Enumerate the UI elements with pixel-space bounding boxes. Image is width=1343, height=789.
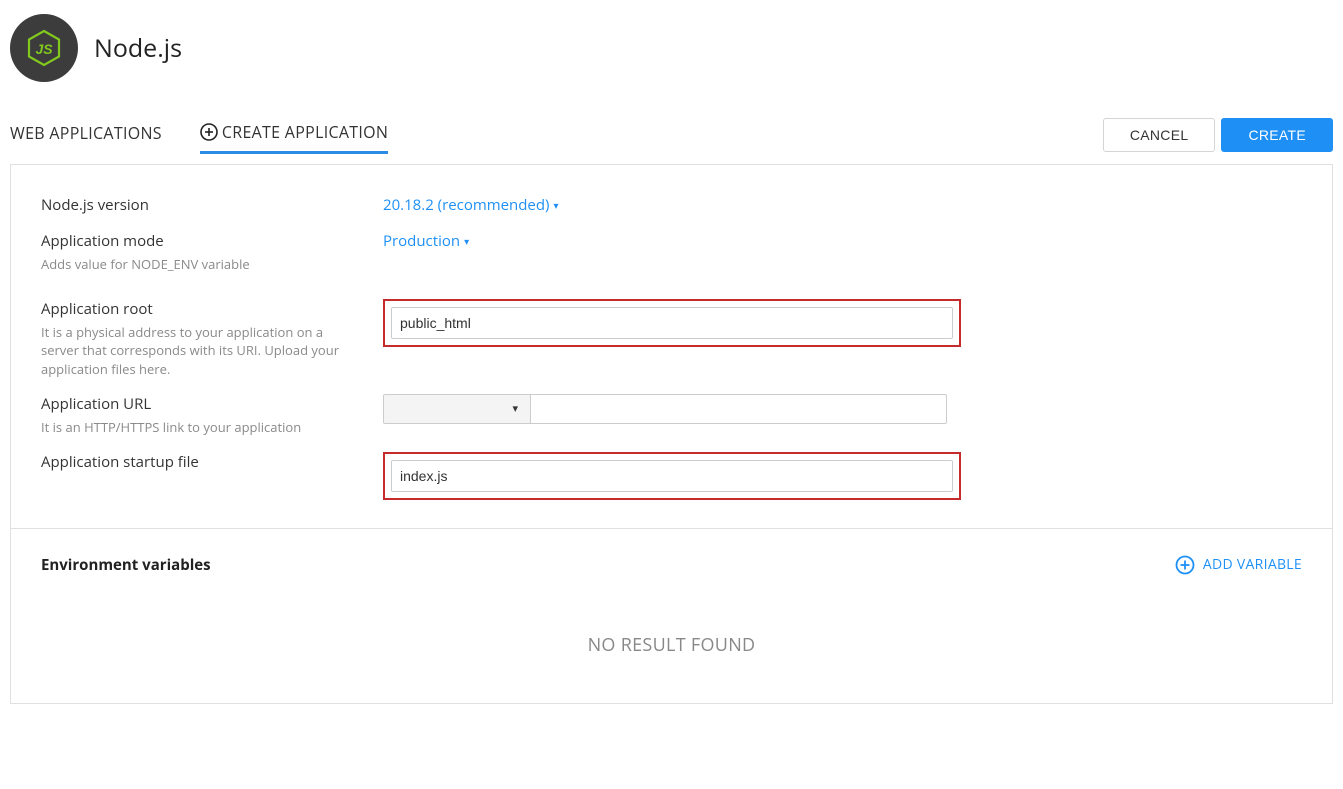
hint-app-root: It is a physical address to your applica… [41,323,341,378]
dropdown-url-domain[interactable]: ▾ [383,394,531,424]
input-app-root[interactable] [391,307,953,339]
label-app-mode: Application mode [41,231,383,251]
svg-text:JS: JS [35,41,53,57]
add-variable-label: ADD VARIABLE [1203,555,1302,574]
page-title: Node.js [94,31,182,65]
caret-down-icon: ▾ [512,401,518,416]
cancel-button[interactable]: CANCEL [1103,118,1216,152]
label-app-root: Application root [41,299,383,319]
row-app-url: Application URL It is an HTTP/HTTPS link… [41,394,1302,436]
page-header: JS Node.js [0,0,1343,96]
add-variable-button[interactable]: ADD VARIABLE [1175,555,1302,575]
row-node-version: Node.js version 20.18.2 (recommended) ▾ [41,195,1302,219]
plus-circle-icon [1175,555,1195,575]
caret-down-icon: ▾ [553,198,558,212]
tab-create-application[interactable]: CREATE APPLICATION [200,121,388,154]
action-buttons: CANCEL CREATE [1103,118,1333,152]
label-startup-file: Application startup file [41,452,383,472]
hint-app-url: It is an HTTP/HTTPS link to your applica… [41,418,341,436]
dropdown-node-version[interactable]: 20.18.2 (recommended) ▾ [383,195,558,215]
tabs-row: WEB APPLICATIONS CREATE APPLICATION CANC… [0,118,1343,156]
row-app-root: Application root It is a physical addres… [41,299,1302,378]
form-panel: Node.js version 20.18.2 (recommended) ▾ … [10,164,1333,704]
url-input-group: ▾ [383,394,947,424]
dropdown-value: 20.18.2 (recommended) [383,195,549,215]
input-startup-file[interactable] [391,460,953,492]
highlight-app-root [383,299,961,347]
hint-app-mode: Adds value for NODE_ENV variable [41,255,341,273]
input-app-url-path[interactable] [531,394,947,424]
dropdown-app-mode[interactable]: Production ▾ [383,231,469,251]
highlight-startup-file [383,452,961,500]
plus-circle-icon [200,123,218,141]
env-vars-section: Environment variables ADD VARIABLE NO RE… [11,528,1332,703]
env-vars-header: Environment variables ADD VARIABLE [41,555,1302,575]
tab-label: CREATE APPLICATION [222,121,388,143]
label-app-url: Application URL [41,394,383,414]
row-app-mode: Application mode Adds value for NODE_ENV… [41,231,1302,273]
tab-label: WEB APPLICATIONS [10,122,162,144]
nodejs-icon: JS [24,28,64,68]
dropdown-value: Production [383,231,460,251]
tabs: WEB APPLICATIONS CREATE APPLICATION [10,121,388,154]
tab-web-applications[interactable]: WEB APPLICATIONS [10,122,162,152]
env-vars-title: Environment variables [41,555,211,575]
create-button[interactable]: CREATE [1221,118,1333,152]
nodejs-logo: JS [10,14,78,82]
row-startup-file: Application startup file [41,452,1302,500]
env-vars-empty: NO RESULT FOUND [41,575,1302,669]
label-node-version: Node.js version [41,195,383,215]
caret-down-icon: ▾ [464,234,469,248]
